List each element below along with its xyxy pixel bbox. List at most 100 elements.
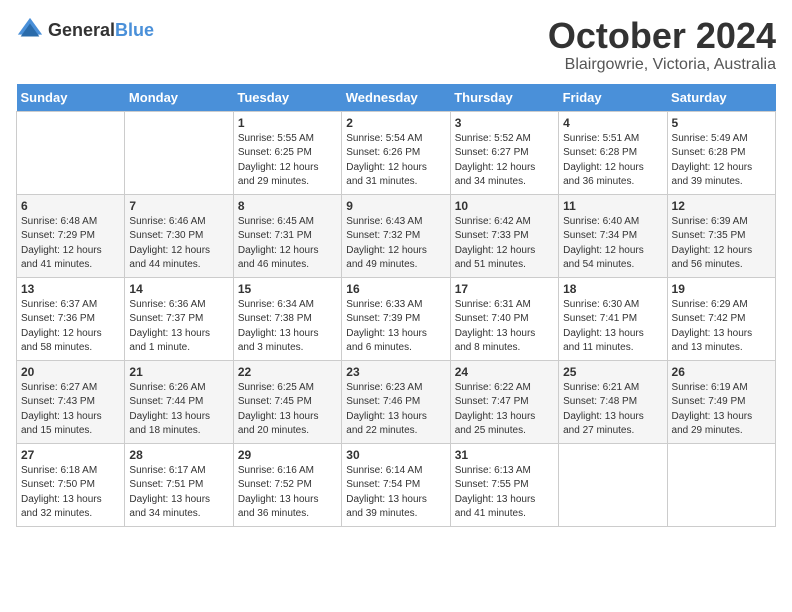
calendar-cell: 26 Sunrise: 6:19 AM Sunset: 7:49 PM Dayli… xyxy=(667,360,775,443)
column-header-tuesday: Tuesday xyxy=(233,84,341,112)
calendar-week-5: 27Sunrise: 6:18 AM Sunset: 7:50 PM Dayli… xyxy=(17,443,776,526)
day-info: Sunrise: 6:29 AM Sunset: 7:42 PM Dayligh… xyxy=(672,298,771,356)
calendar-cell: 15 Sunrise: 6:34 AM Sunset: 7:38 PM Dayli… xyxy=(233,277,341,360)
day-info: Sunrise: 5:51 AM Sunset: 6:28 PM Dayligh… xyxy=(563,132,662,190)
day-info: Sunrise: 6:37 AM Sunset: 7:36 PM Dayligh… xyxy=(21,298,120,356)
calendar-cell xyxy=(559,443,667,526)
column-header-monday: Monday xyxy=(125,84,233,112)
day-number: 3 xyxy=(455,116,554,130)
calendar-cell: 12 Sunrise: 6:39 AM Sunset: 7:35 PM Dayli… xyxy=(667,194,775,277)
calendar-cell: 4 Sunrise: 5:51 AM Sunset: 6:28 PM Daylig… xyxy=(559,111,667,194)
day-info: Sunrise: 6:22 AM Sunset: 7:47 PM Dayligh… xyxy=(455,381,554,439)
logo-text-blue: Blue xyxy=(115,20,154,40)
day-number: 18 xyxy=(563,282,662,296)
column-header-wednesday: Wednesday xyxy=(342,84,450,112)
column-header-sunday: Sunday xyxy=(17,84,125,112)
calendar-cell: 3 Sunrise: 5:52 AM Sunset: 6:27 PM Daylig… xyxy=(450,111,558,194)
day-number: 21 xyxy=(129,365,228,379)
day-info: Sunrise: 6:33 AM Sunset: 7:39 PM Dayligh… xyxy=(346,298,445,356)
calendar-cell: 31 Sunrise: 6:13 AM Sunset: 7:55 PM Dayli… xyxy=(450,443,558,526)
column-header-friday: Friday xyxy=(559,84,667,112)
day-number: 8 xyxy=(238,199,337,213)
calendar-cell: 6 Sunrise: 6:48 AM Sunset: 7:29 PM Daylig… xyxy=(17,194,125,277)
calendar-cell: 25Sunrise: 6:21 AM Sunset: 7:48 PM Dayli… xyxy=(559,360,667,443)
calendar-table: SundayMondayTuesdayWednesdayThursdayFrid… xyxy=(16,84,776,527)
day-info: Sunrise: 6:30 AM Sunset: 7:41 PM Dayligh… xyxy=(563,298,662,356)
title-block: October 2024 Blairgowrie, Victoria, Aust… xyxy=(548,16,776,74)
day-number: 14 xyxy=(129,282,228,296)
logo-icon xyxy=(16,16,44,44)
calendar-cell xyxy=(17,111,125,194)
day-number: 1 xyxy=(238,116,337,130)
day-number: 9 xyxy=(346,199,445,213)
day-info: Sunrise: 6:42 AM Sunset: 7:33 PM Dayligh… xyxy=(455,215,554,273)
calendar-cell: 11 Sunrise: 6:40 AM Sunset: 7:34 PM Dayli… xyxy=(559,194,667,277)
day-info: Sunrise: 6:46 AM Sunset: 7:30 PM Dayligh… xyxy=(129,215,228,273)
day-info: Sunrise: 6:16 AM Sunset: 7:52 PM Dayligh… xyxy=(238,464,337,522)
day-number: 27 xyxy=(21,448,120,462)
day-info: Sunrise: 6:27 AM Sunset: 7:43 PM Dayligh… xyxy=(21,381,120,439)
logo: GeneralBlue xyxy=(16,16,154,44)
calendar-cell: 10 Sunrise: 6:42 AM Sunset: 7:33 PM Dayli… xyxy=(450,194,558,277)
calendar-week-3: 13Sunrise: 6:37 AM Sunset: 7:36 PM Dayli… xyxy=(17,277,776,360)
logo-text-general: General xyxy=(48,20,115,40)
day-number: 20 xyxy=(21,365,120,379)
day-number: 31 xyxy=(455,448,554,462)
day-info: Sunrise: 6:43 AM Sunset: 7:32 PM Dayligh… xyxy=(346,215,445,273)
day-info: Sunrise: 6:39 AM Sunset: 7:35 PM Dayligh… xyxy=(672,215,771,273)
calendar-cell: 14 Sunrise: 6:36 AM Sunset: 7:37 PM Dayli… xyxy=(125,277,233,360)
column-header-thursday: Thursday xyxy=(450,84,558,112)
day-number: 7 xyxy=(129,199,228,213)
calendar-cell: 17Sunrise: 6:31 AM Sunset: 7:40 PM Dayli… xyxy=(450,277,558,360)
day-info: Sunrise: 5:55 AM Sunset: 6:25 PM Dayligh… xyxy=(238,132,337,190)
column-header-saturday: Saturday xyxy=(667,84,775,112)
day-info: Sunrise: 6:26 AM Sunset: 7:44 PM Dayligh… xyxy=(129,381,228,439)
day-info: Sunrise: 6:14 AM Sunset: 7:54 PM Dayligh… xyxy=(346,464,445,522)
day-number: 28 xyxy=(129,448,228,462)
day-number: 4 xyxy=(563,116,662,130)
calendar-cell: 2 Sunrise: 5:54 AM Sunset: 6:26 PM Daylig… xyxy=(342,111,450,194)
calendar-cell: 8 Sunrise: 6:45 AM Sunset: 7:31 PM Daylig… xyxy=(233,194,341,277)
day-number: 25 xyxy=(563,365,662,379)
day-info: Sunrise: 6:25 AM Sunset: 7:45 PM Dayligh… xyxy=(238,381,337,439)
calendar-week-2: 6 Sunrise: 6:48 AM Sunset: 7:29 PM Daylig… xyxy=(17,194,776,277)
day-number: 26 xyxy=(672,365,771,379)
day-info: Sunrise: 6:13 AM Sunset: 7:55 PM Dayligh… xyxy=(455,464,554,522)
calendar-cell: 30 Sunrise: 6:14 AM Sunset: 7:54 PM Dayli… xyxy=(342,443,450,526)
day-number: 11 xyxy=(563,199,662,213)
day-info: Sunrise: 6:34 AM Sunset: 7:38 PM Dayligh… xyxy=(238,298,337,356)
day-number: 5 xyxy=(672,116,771,130)
page-header: GeneralBlue October 2024 Blairgowrie, Vi… xyxy=(16,16,776,74)
day-info: Sunrise: 6:48 AM Sunset: 7:29 PM Dayligh… xyxy=(21,215,120,273)
day-info: Sunrise: 5:52 AM Sunset: 6:27 PM Dayligh… xyxy=(455,132,554,190)
calendar-subtitle: Blairgowrie, Victoria, Australia xyxy=(548,56,776,74)
day-number: 22 xyxy=(238,365,337,379)
day-number: 2 xyxy=(346,116,445,130)
day-number: 6 xyxy=(21,199,120,213)
calendar-week-4: 20 Sunrise: 6:27 AM Sunset: 7:43 PM Dayli… xyxy=(17,360,776,443)
calendar-cell: 19Sunrise: 6:29 AM Sunset: 7:42 PM Dayli… xyxy=(667,277,775,360)
day-info: Sunrise: 6:17 AM Sunset: 7:51 PM Dayligh… xyxy=(129,464,228,522)
day-number: 17 xyxy=(455,282,554,296)
day-number: 16 xyxy=(346,282,445,296)
day-number: 10 xyxy=(455,199,554,213)
day-info: Sunrise: 5:54 AM Sunset: 6:26 PM Dayligh… xyxy=(346,132,445,190)
calendar-cell: 28 Sunrise: 6:17 AM Sunset: 7:51 PM Dayli… xyxy=(125,443,233,526)
day-info: Sunrise: 5:49 AM Sunset: 6:28 PM Dayligh… xyxy=(672,132,771,190)
day-number: 23 xyxy=(346,365,445,379)
day-info: Sunrise: 6:36 AM Sunset: 7:37 PM Dayligh… xyxy=(129,298,228,356)
day-info: Sunrise: 6:19 AM Sunset: 7:49 PM Dayligh… xyxy=(672,381,771,439)
calendar-cell: 16 Sunrise: 6:33 AM Sunset: 7:39 PM Dayli… xyxy=(342,277,450,360)
day-number: 12 xyxy=(672,199,771,213)
day-info: Sunrise: 6:45 AM Sunset: 7:31 PM Dayligh… xyxy=(238,215,337,273)
calendar-cell: 21 Sunrise: 6:26 AM Sunset: 7:44 PM Dayli… xyxy=(125,360,233,443)
day-number: 30 xyxy=(346,448,445,462)
calendar-cell xyxy=(125,111,233,194)
calendar-cell: 24 Sunrise: 6:22 AM Sunset: 7:47 PM Dayli… xyxy=(450,360,558,443)
day-number: 24 xyxy=(455,365,554,379)
day-number: 15 xyxy=(238,282,337,296)
day-info: Sunrise: 6:40 AM Sunset: 7:34 PM Dayligh… xyxy=(563,215,662,273)
calendar-cell: 22 Sunrise: 6:25 AM Sunset: 7:45 PM Dayli… xyxy=(233,360,341,443)
calendar-cell xyxy=(667,443,775,526)
calendar-header: SundayMondayTuesdayWednesdayThursdayFrid… xyxy=(17,84,776,112)
